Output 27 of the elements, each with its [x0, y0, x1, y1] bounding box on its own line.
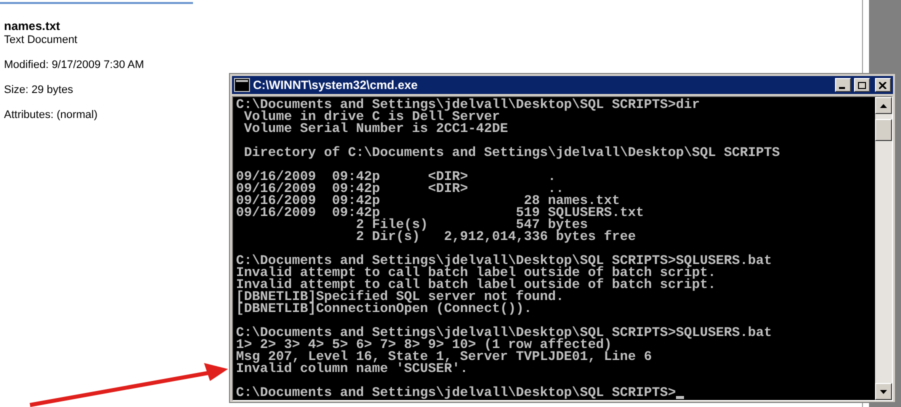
property-text: Modified: 9/17/2009 7:30 AM [4, 58, 144, 72]
down-arrow-icon [880, 390, 887, 394]
up-arrow-icon [880, 104, 887, 108]
close-button[interactable] [875, 78, 891, 92]
console-line: Directory of C:\Documents and Settings\jdelvall\Desktop\SQL SCRIPTS [242, 148, 780, 160]
scroll-down-button[interactable] [875, 383, 892, 400]
console-line: 2 Dir(s) 2,912,014,336 bytes free [354, 232, 636, 244]
file-type: Text Document [4, 33, 78, 47]
maximize-button[interactable] [854, 78, 870, 92]
console-line: [DBNETLIB]ConnectionOpen (Connect()). [236, 304, 532, 316]
console-line: Invalid column name 'SCUSER'. [236, 364, 468, 376]
file-name: names.txt [4, 19, 60, 33]
console-line: 2 File(s) 547 bytes [356, 220, 588, 232]
minimize-button[interactable] [835, 78, 851, 92]
maximize-icon [858, 82, 866, 88]
close-icon [879, 82, 887, 88]
property-text: Attributes: (normal) [4, 108, 98, 122]
scroll-up-button[interactable] [875, 97, 892, 114]
console-icon [234, 78, 250, 92]
scroll-thumb[interactable] [875, 119, 892, 141]
arrow-icon [28, 363, 230, 407]
console-line: Volume Serial Number is 2CC1-42DE [242, 124, 508, 136]
property-text: Size: 29 bytes [4, 83, 74, 97]
console-prompt: C:\Documents and Settings\jdelvall\Desktop\SQL SCRIPTS> [236, 388, 676, 400]
scrollbar[interactable] [875, 97, 892, 400]
window-title: C:\WINNT\system32\cmd.exe [253, 77, 419, 94]
text-cursor [676, 396, 684, 399]
